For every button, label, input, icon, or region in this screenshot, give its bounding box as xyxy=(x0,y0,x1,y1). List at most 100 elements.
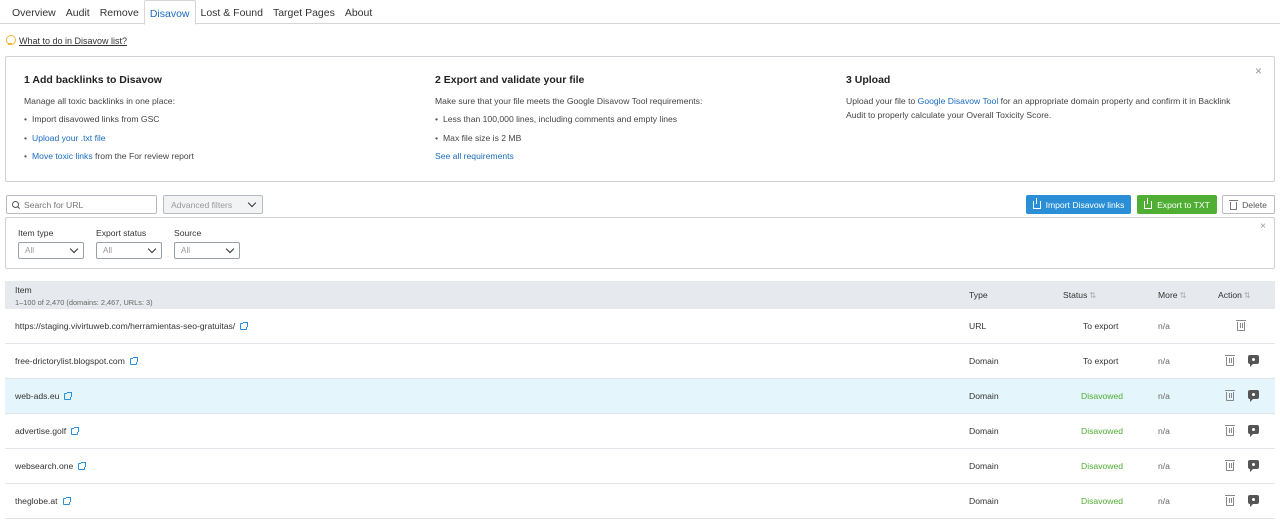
col-more-header[interactable]: More ⇅ xyxy=(1158,290,1186,300)
table-row: free-drictorylist.blogspot.com Domain To… xyxy=(5,344,1275,379)
external-link-icon[interactable] xyxy=(240,322,249,331)
delete-row-icon[interactable] xyxy=(1225,495,1235,506)
search-field[interactable] xyxy=(6,195,157,214)
step-1-item: Upload your .txt file xyxy=(24,131,404,145)
close-filters-icon[interactable]: × xyxy=(1260,221,1266,232)
tab-overview[interactable]: Overview xyxy=(7,0,61,24)
chevron-down-icon xyxy=(147,244,157,254)
tab-lost-found[interactable]: Lost & Found xyxy=(196,0,268,24)
delete-button[interactable]: Delete xyxy=(1222,195,1275,214)
sort-icon: ⇅ xyxy=(1179,291,1187,300)
external-link-icon[interactable] xyxy=(129,357,138,366)
export-to-txt-button[interactable]: Export to TXT xyxy=(1137,195,1217,214)
table-header: Item 1–100 of 2,470 (domains: 2,467, URL… xyxy=(5,281,1275,309)
close-icon[interactable]: × xyxy=(1255,64,1262,78)
advanced-filters-label: Advanced filters xyxy=(171,199,233,210)
row-more: n/a xyxy=(1158,426,1170,436)
row-status: To export xyxy=(1083,356,1119,366)
comment-icon[interactable] xyxy=(1248,460,1259,472)
advanced-filters-dropdown[interactable]: Advanced filters xyxy=(163,195,263,214)
table-row: theglobe.at Domain Disavowed n/a xyxy=(5,484,1275,519)
item-type-select[interactable]: All xyxy=(18,242,84,259)
row-item-link[interactable]: https://staging.vivirtuweb.com/herramien… xyxy=(15,321,235,331)
tab-about[interactable]: About xyxy=(340,0,377,24)
table-row: web-ads.eu Domain Disavowed n/a xyxy=(5,379,1275,414)
search-input[interactable] xyxy=(24,199,149,210)
row-item: web-ads.eu xyxy=(15,391,73,401)
step-1: 1 Add backlinks to Disavow Manage all to… xyxy=(24,74,404,168)
row-item-link[interactable]: theglobe.at xyxy=(15,496,58,506)
step-2-title: 2 Export and validate your file xyxy=(435,74,585,86)
tab-bar: Overview Audit Remove Disavow Lost & Fou… xyxy=(0,0,1280,25)
external-link-icon[interactable] xyxy=(78,462,87,471)
col-action-header[interactable]: Action ⇅ xyxy=(1218,290,1251,300)
delete-row-icon[interactable] xyxy=(1225,390,1235,401)
import-disavow-links-button[interactable]: Import Disavow links xyxy=(1026,195,1131,214)
filter-source: Source All xyxy=(174,228,240,259)
step-3-desc-a: Upload your file to xyxy=(846,96,918,106)
move-toxic-links-link[interactable]: Move toxic links xyxy=(32,151,93,161)
sort-icon: ⇅ xyxy=(1243,291,1251,300)
row-status: Disavowed xyxy=(1081,461,1124,471)
row-more: n/a xyxy=(1158,461,1170,471)
external-link-icon[interactable] xyxy=(62,497,71,506)
step-1-desc: Manage all toxic backlinks in one place: xyxy=(24,96,175,106)
delete-row-icon[interactable] xyxy=(1225,425,1235,436)
filters-panel: Item type All Export status All Source A… xyxy=(5,217,1275,269)
delete-row-icon[interactable] xyxy=(1236,320,1246,331)
row-item-link[interactable]: websearch.one xyxy=(15,461,73,471)
row-type: Domain xyxy=(969,496,999,506)
row-type: Domain xyxy=(969,426,999,436)
row-item-link[interactable]: advertise.golf xyxy=(15,426,66,436)
tab-target-pages[interactable]: Target Pages xyxy=(268,0,340,24)
col-item-label: Item xyxy=(15,285,32,295)
export-status-select[interactable]: All xyxy=(96,242,162,259)
filter-item-type-label: Item type xyxy=(18,228,54,238)
table-row: websearch.one Domain Disavowed n/a xyxy=(5,449,1275,484)
help-row: What to do in Disavow list? xyxy=(6,35,127,46)
filter-export-status: Export status All xyxy=(96,228,162,259)
row-type: URL xyxy=(969,321,987,331)
import-button-label: Import Disavow links xyxy=(1045,199,1125,210)
tab-remove[interactable]: Remove xyxy=(95,0,144,24)
row-more: n/a xyxy=(1158,321,1170,331)
source-value: All xyxy=(181,246,191,255)
chevron-down-icon xyxy=(69,244,79,254)
delete-row-icon[interactable] xyxy=(1225,355,1235,366)
help-link[interactable]: What to do in Disavow list? xyxy=(19,36,127,46)
filter-item-type: Item type All xyxy=(18,228,84,259)
filter-export-status-label: Export status xyxy=(96,228,147,238)
row-item-link[interactable]: web-ads.eu xyxy=(15,391,59,401)
external-link-icon[interactable] xyxy=(64,392,73,401)
row-item: websearch.one xyxy=(15,461,87,471)
filter-source-label: Source xyxy=(174,228,202,238)
google-disavow-tool-link[interactable]: Google Disavow Tool xyxy=(918,96,999,106)
source-select[interactable]: All xyxy=(174,242,240,259)
item-count: 1–100 of 2,470 (domains: 2,467, URLs: 3) xyxy=(15,298,153,307)
col-status-header[interactable]: Status ⇅ xyxy=(1063,290,1096,300)
comment-icon[interactable] xyxy=(1248,355,1259,367)
table-row: advertise.golf Domain Disavowed n/a xyxy=(5,414,1275,449)
external-link-icon[interactable] xyxy=(71,427,80,436)
tab-disavow[interactable]: Disavow xyxy=(143,0,196,25)
comment-icon[interactable] xyxy=(1248,425,1259,437)
lightbulb-icon xyxy=(6,35,16,46)
row-type: Domain xyxy=(969,461,999,471)
chevron-down-icon xyxy=(247,198,257,208)
upload-txt-link[interactable]: Upload your .txt file xyxy=(32,133,106,143)
row-item: https://staging.vivirtuweb.com/herramien… xyxy=(15,321,249,331)
step-2-item: Max file size is 2 MB xyxy=(435,131,815,145)
delete-row-icon[interactable] xyxy=(1225,460,1235,471)
comment-icon[interactable] xyxy=(1248,390,1259,402)
export-icon xyxy=(1144,197,1153,209)
col-action-label: Action xyxy=(1218,290,1242,300)
row-item: free-drictorylist.blogspot.com xyxy=(15,356,138,366)
comment-icon[interactable] xyxy=(1248,495,1259,507)
step-1-item-suffix: from the For review report xyxy=(92,151,194,161)
row-type: Domain xyxy=(969,391,999,401)
chevron-down-icon xyxy=(225,244,235,254)
tab-audit[interactable]: Audit xyxy=(61,0,95,24)
see-all-requirements-link[interactable]: See all requirements xyxy=(435,149,815,163)
step-2: 2 Export and validate your file Make sur… xyxy=(435,74,815,167)
row-item-link[interactable]: free-drictorylist.blogspot.com xyxy=(15,356,125,366)
